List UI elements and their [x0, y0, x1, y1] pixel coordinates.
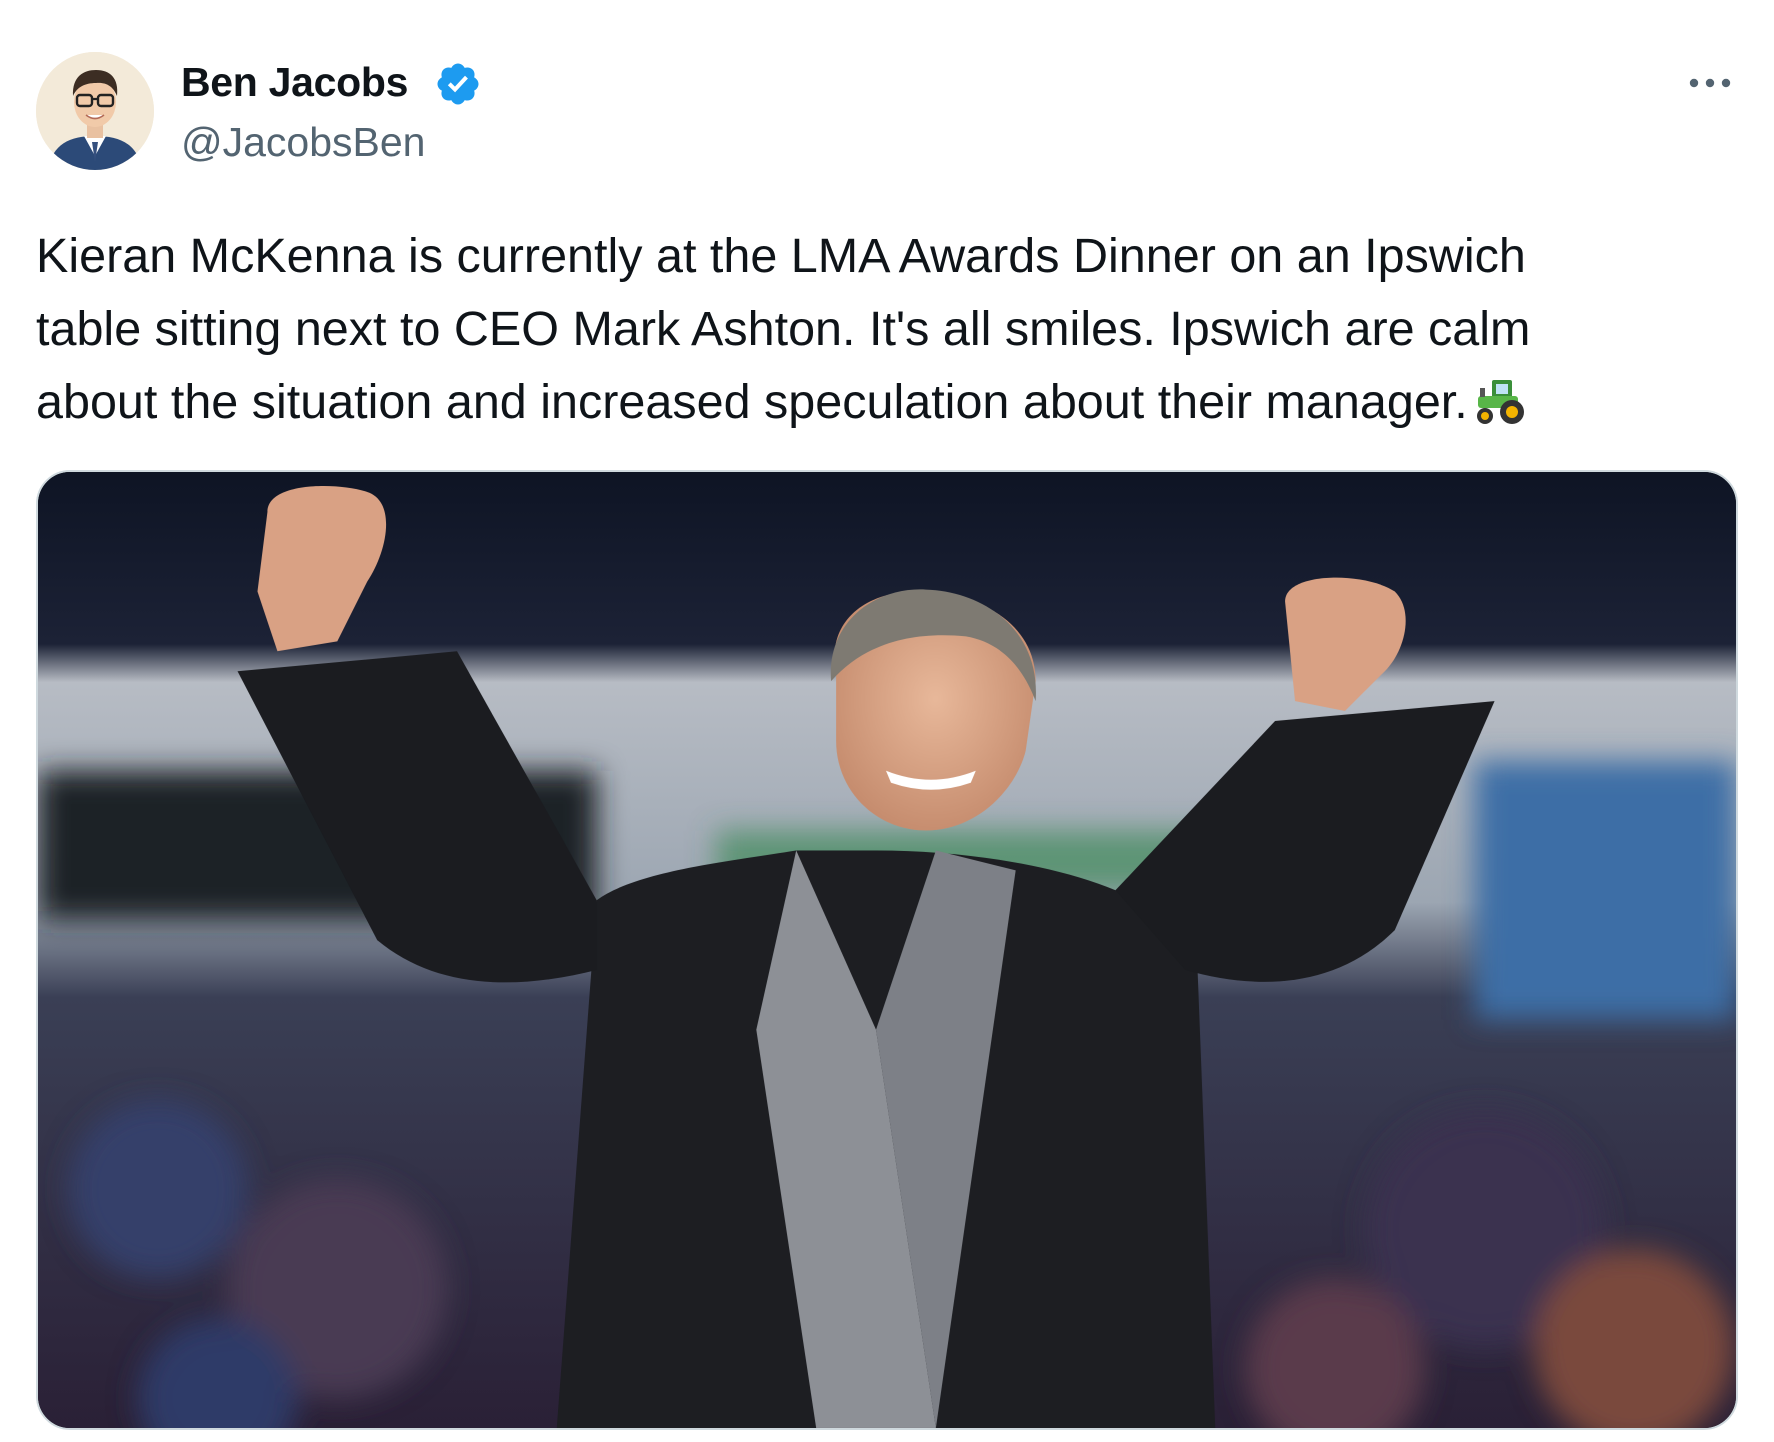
author-avatar[interactable]	[36, 52, 154, 170]
avatar-image	[36, 52, 154, 170]
tweet-text-line: table sitting next to CEO Mark Ashton. I…	[36, 302, 1531, 356]
tweet-text-line: Kieran McKenna is currently at the LMA A…	[36, 229, 1526, 283]
ellipsis-icon	[1689, 78, 1731, 88]
photo-celebrating-manager	[38, 472, 1736, 1428]
verified-badge-icon	[437, 63, 479, 105]
tractor-emoji-icon	[1476, 380, 1524, 424]
tweet-photo[interactable]	[36, 470, 1738, 1430]
more-options-button[interactable]	[1680, 62, 1740, 104]
tweet-card: Ben Jacobs @JacobsBen Kieran McKenna is …	[0, 0, 1774, 1442]
author-name[interactable]: Ben Jacobs	[181, 56, 408, 108]
tweet-text-line: about the situation and increased specul…	[36, 375, 1468, 429]
tweet-text-line-last: about the situation and increased specul…	[36, 366, 1716, 439]
author-handle[interactable]: @JacobsBen	[181, 116, 425, 168]
tweet-text: Kieran McKenna is currently at the LMA A…	[36, 220, 1716, 439]
